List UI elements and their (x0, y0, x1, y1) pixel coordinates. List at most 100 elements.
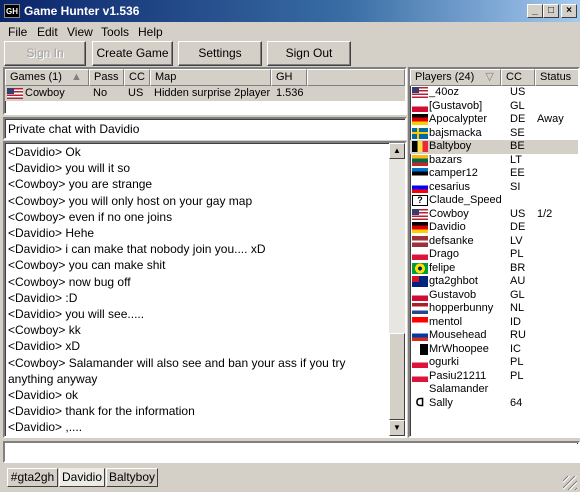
player-cc-column-header[interactable]: CC (501, 69, 535, 86)
tab-davidio[interactable]: Davidio (59, 468, 105, 487)
map-column-header[interactable]: Map (150, 69, 271, 86)
tab-baltyboy[interactable]: Baltyboy (106, 468, 158, 487)
players-list[interactable]: Players (24) ▽ CC Status _40oz US [Gustavo… (408, 67, 580, 438)
player-name: Claude_Speed (429, 194, 502, 206)
sign-in-button[interactable]: Sign In (4, 41, 86, 66)
player-cc: GL (510, 99, 525, 112)
chat-message: <Davidio> you will it so (8, 161, 131, 176)
player-row[interactable]: Gustavob GL (410, 289, 578, 303)
menu-help[interactable]: Help (138, 25, 163, 39)
chat-log[interactable]: <Davidio> Ok <Davidio> you will it so <Cow… (3, 141, 407, 438)
player-row[interactable]: Drago PL (410, 248, 578, 262)
player-row[interactable]: felipe BR (410, 261, 578, 276)
gl-flag-icon (412, 289, 428, 301)
games-column-header[interactable]: Games (1) ▲ (5, 69, 89, 86)
chat-title-box: Private chat with Davidio (3, 117, 407, 140)
chat-message: <Davidio> :D (8, 290, 78, 305)
chat-message: <Davidio> xD (8, 339, 81, 354)
player-row[interactable]: cesarius SI (410, 180, 578, 195)
be-flag-icon (412, 141, 428, 152)
menu-view[interactable]: View (67, 25, 93, 39)
pl-flag-icon (412, 357, 428, 368)
scroll-down-icon[interactable]: ▼ (389, 420, 405, 436)
player-cc: AU (510, 275, 526, 287)
player-name: Davidio (429, 221, 466, 233)
player-row[interactable]: Cowboy US 1/2 (410, 207, 578, 222)
ru-flag-icon (412, 330, 428, 341)
chat-message: <Davidio> thank for the information (8, 404, 195, 419)
player-row[interactable]: Davidio DE (410, 221, 578, 235)
nl-flag-icon (412, 303, 428, 314)
ee-flag-icon (412, 168, 428, 179)
player-cc: LT (510, 153, 523, 166)
player-status: 1/2 (537, 207, 553, 220)
player-row[interactable]: [Gustavob] GL (410, 99, 578, 114)
player-row[interactable]: defsanke LV (410, 234, 578, 249)
player-cc: 64 (510, 396, 523, 409)
player-row[interactable]: Baltyboy BE (410, 140, 578, 154)
au-flag-icon (412, 276, 428, 287)
chat-scrollbar[interactable]: ▲ ▼ (389, 143, 405, 436)
player-name: hopperbunny (429, 302, 494, 314)
close-button[interactable]: × (561, 4, 577, 18)
maximize-button[interactable]: □ (543, 4, 559, 18)
br-flag-icon (412, 262, 428, 274)
scroll-up-icon[interactable]: ▲ (389, 143, 405, 159)
table-row[interactable]: Cowboy No US Hidden surprise 2player 1.5… (5, 86, 405, 101)
player-row[interactable]: mentol ID (410, 315, 578, 330)
player-name: bajsmacka (429, 126, 482, 139)
minimize-button[interactable]: _ (527, 4, 543, 18)
pass-column-header[interactable]: Pass (89, 69, 124, 86)
player-row[interactable]: bazars LT (410, 153, 578, 168)
player-cc: BE (510, 140, 525, 152)
sign-out-button[interactable]: Sign Out (267, 41, 351, 66)
chat-input-box[interactable] (3, 441, 580, 463)
player-name: felipe (429, 261, 456, 274)
us-flag-icon (412, 87, 428, 98)
player-name: Cowboy (429, 207, 469, 220)
player-cc: EE (510, 167, 525, 179)
chat-message: <Davidio> you will see..... (8, 307, 145, 322)
player-cc: NL (510, 302, 525, 314)
player-row[interactable]: Mousehead RU (410, 329, 578, 343)
cc-column-header[interactable]: CC (124, 69, 150, 86)
games-list[interactable]: Games (1) ▲ Pass CC Map GH Cowboy No US … (3, 67, 407, 115)
player-cc: ID (510, 315, 521, 328)
chat-title: Private chat with Davidio (8, 122, 140, 136)
player-row[interactable]: _40oz US (410, 86, 578, 100)
player-row[interactable]: hopperbunny NL (410, 302, 578, 316)
player-row[interactable]: Pasiu21211 PL (410, 370, 578, 384)
scroll-thumb[interactable] (389, 333, 405, 420)
player-row[interactable]: ? Claude_Speed (410, 194, 578, 208)
settings-button[interactable]: Settings (178, 41, 262, 66)
player-row[interactable]: bajsmacka SE (410, 126, 578, 141)
player-name: Apocalypter (429, 113, 488, 125)
player-cc: SE (510, 126, 525, 139)
status-column-header[interactable]: Status (535, 69, 578, 86)
tab-gta2gh[interactable]: #gta2gh (7, 468, 58, 487)
create-game-button[interactable]: Create Game (92, 41, 173, 66)
player-row[interactable]: gta2ghbot AU (410, 275, 578, 289)
resize-grip-icon[interactable] (563, 476, 577, 490)
player-row[interactable]: ᗡ Sally 64 (410, 396, 578, 411)
player-row[interactable]: Salamander (410, 383, 578, 397)
player-name: MrWhoopee (429, 342, 489, 355)
player-name: camper12 (429, 167, 478, 179)
player-row[interactable]: ogurki PL (410, 356, 578, 370)
player-row[interactable]: camper12 EE (410, 167, 578, 181)
player-cc: LV (510, 234, 523, 247)
menu-tools[interactable]: Tools (101, 25, 129, 39)
pl-flag-icon (412, 249, 428, 260)
menu-edit[interactable]: Edit (37, 25, 58, 39)
chat-message: <Cowboy> you will only host on your gay … (8, 193, 253, 208)
players-column-header[interactable]: Players (24) ▽ (410, 69, 501, 86)
player-row[interactable]: MrWhoopee IC (410, 342, 578, 357)
se-flag-icon (412, 127, 428, 139)
player-row[interactable]: Apocalypter DE Away (410, 113, 578, 127)
app-logo-icon: GH (4, 4, 20, 18)
player-cc: SI (510, 180, 521, 193)
menu-file[interactable]: File (8, 25, 27, 39)
title-bar[interactable]: GH Game Hunter v1.536 _ □ × (0, 0, 580, 22)
chat-input[interactable] (5, 443, 577, 461)
gh-column-header[interactable]: GH (271, 69, 307, 86)
